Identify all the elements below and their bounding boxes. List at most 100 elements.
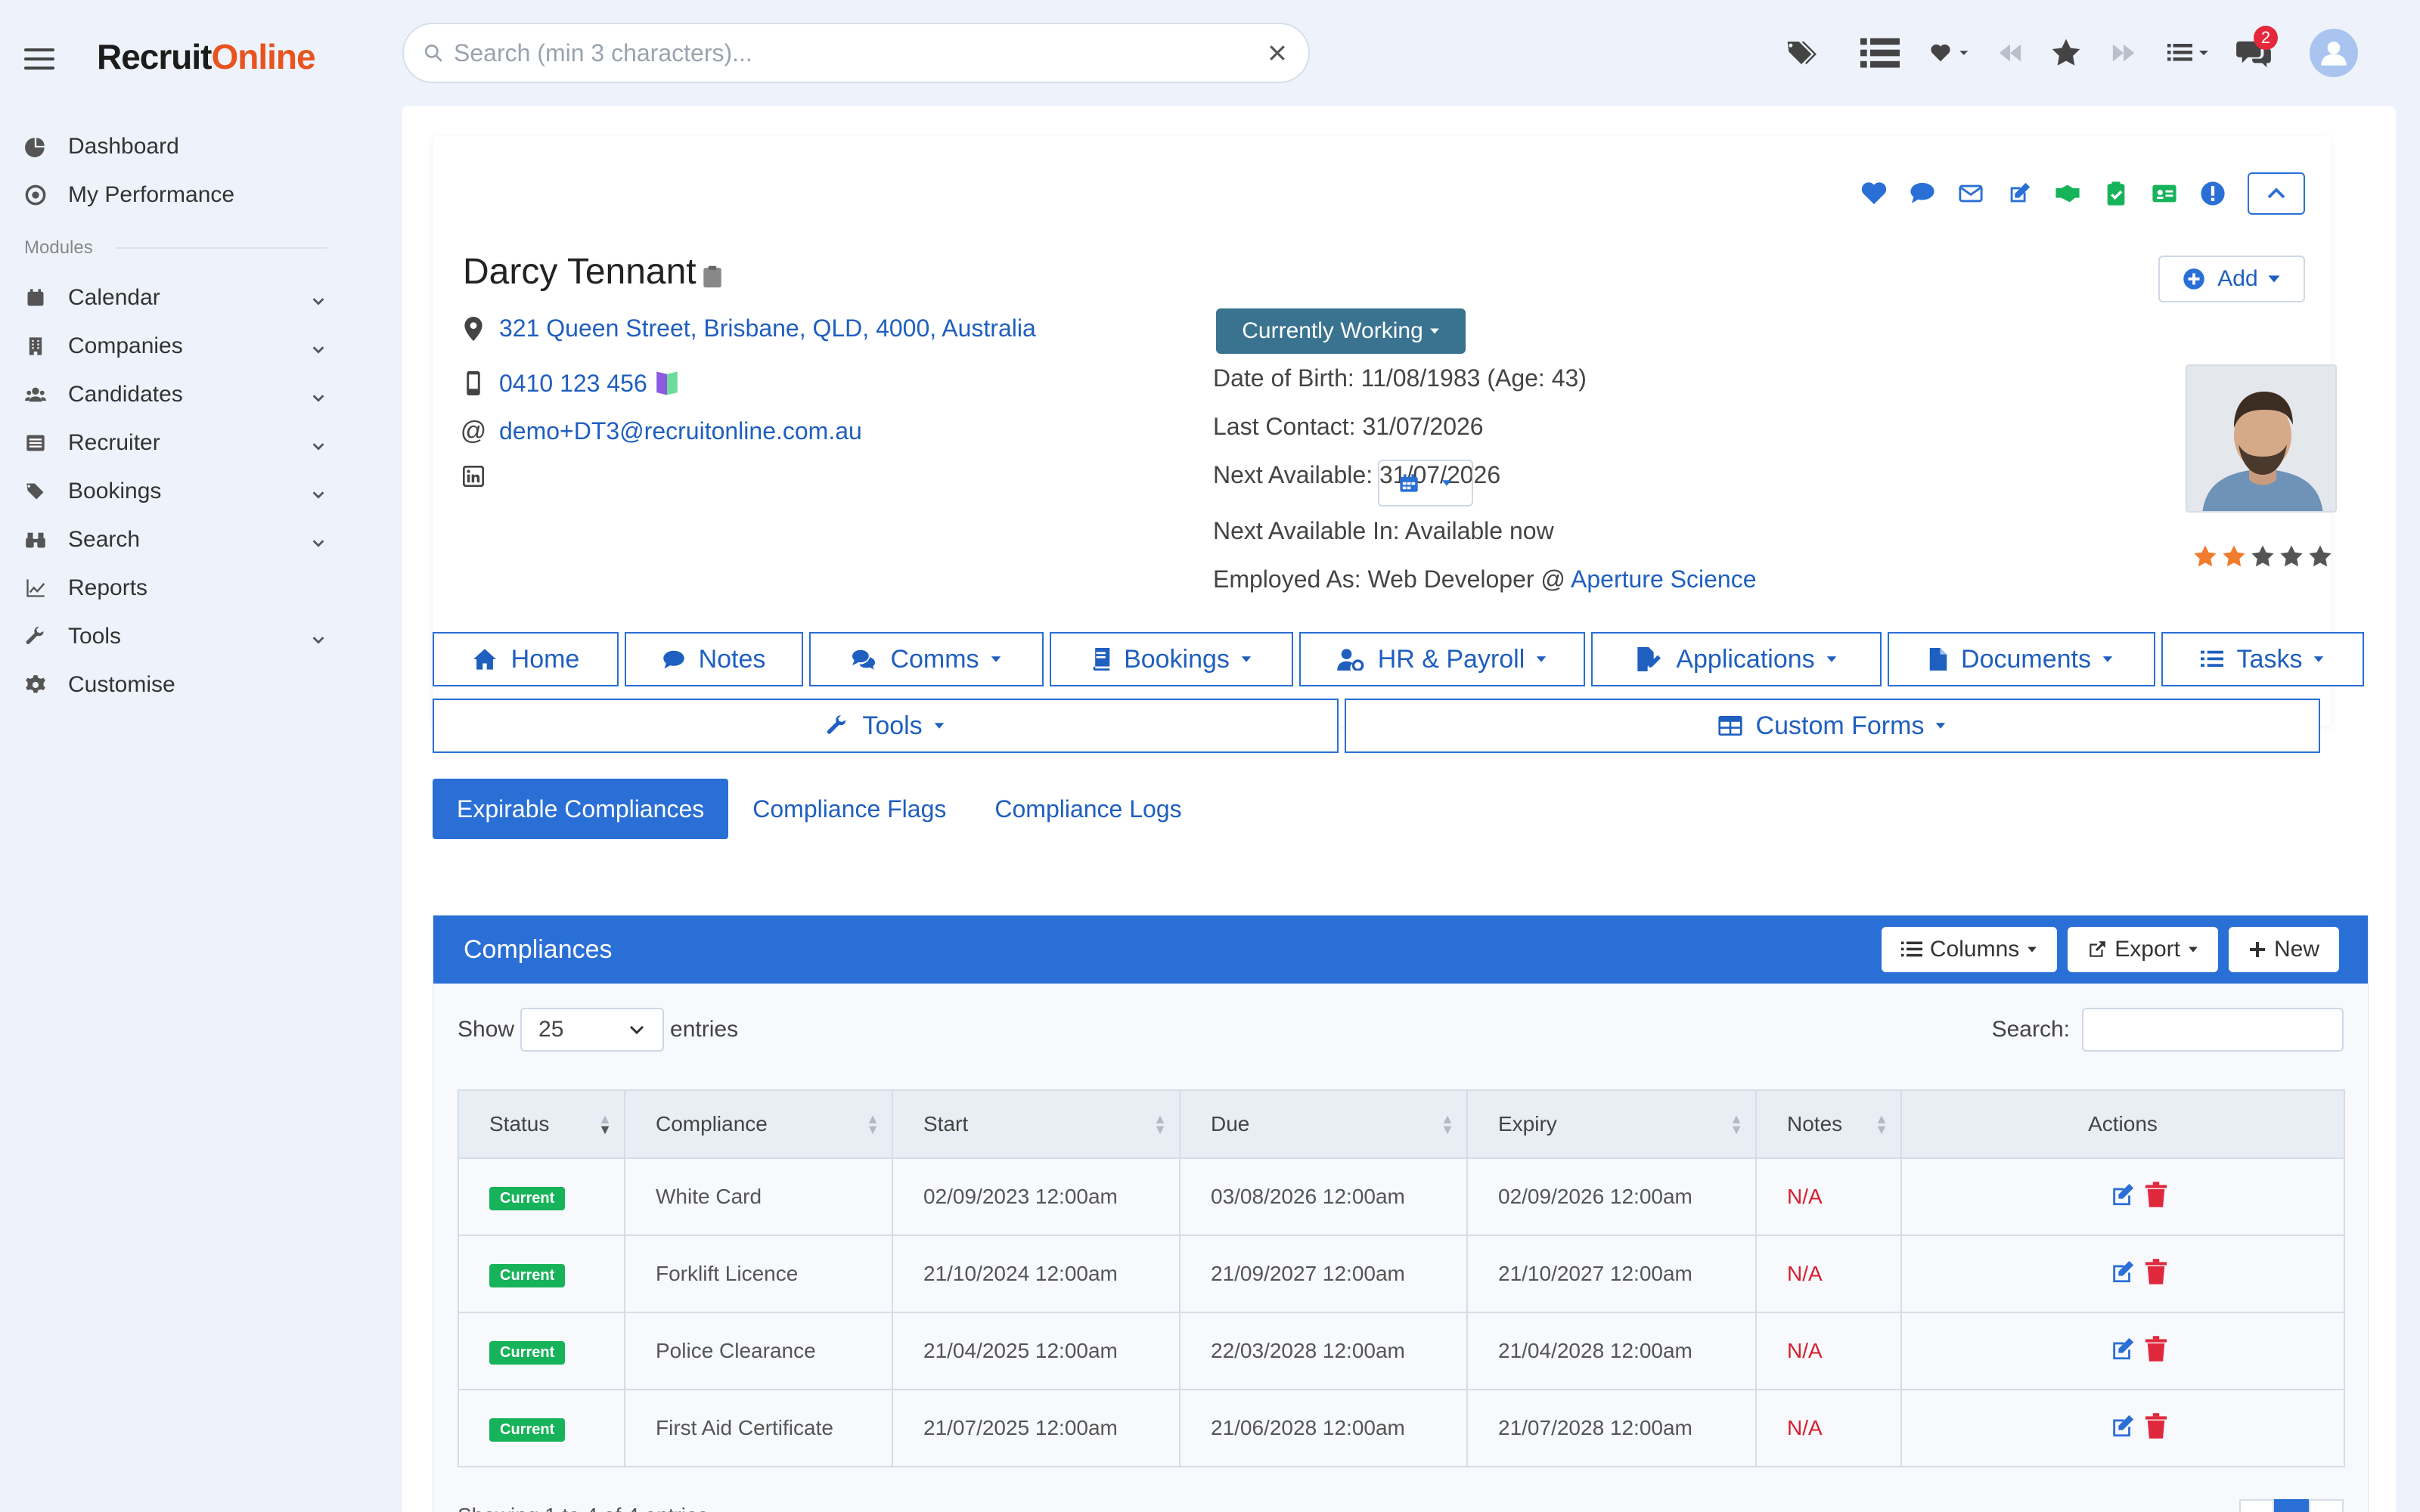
star-empty-icon[interactable] <box>2251 544 2275 572</box>
sidebar-item-candidates[interactable]: Candidates <box>0 370 348 419</box>
column-header-status[interactable]: Status ▲ ▼ <box>458 1089 625 1159</box>
status-dropdown-button[interactable]: Currently Working <box>1216 308 1466 354</box>
subtab-compliance-flags[interactable]: Compliance Flags <box>728 779 970 839</box>
tags-icon[interactable] <box>1785 30 1818 76</box>
candidate-photo[interactable] <box>2186 364 2337 513</box>
pagination-previous[interactable]: ‹ <box>2239 1499 2274 1512</box>
pagination-page-1[interactable]: 1 <box>2274 1499 2309 1512</box>
due-cell: 21/06/2028 12:00am <box>1179 1389 1468 1467</box>
sidebar-item-tools[interactable]: Tools <box>0 612 348 661</box>
tags-icon <box>24 480 47 503</box>
rating-stars[interactable] <box>2193 544 2337 572</box>
star-filled-icon[interactable] <box>2193 544 2217 572</box>
list-view-icon[interactable] <box>1860 30 1900 76</box>
star-empty-icon[interactable] <box>2308 544 2332 572</box>
wrench-icon <box>827 715 846 734</box>
sidebar-item-bookings[interactable]: Bookings <box>0 467 348 516</box>
edit-icon[interactable] <box>2109 1259 2136 1290</box>
trash-icon[interactable] <box>2145 1258 2167 1290</box>
tab-bookings[interactable]: Bookings <box>1050 632 1293 686</box>
column-header-due[interactable]: Due ▲ ▼ <box>1179 1089 1468 1159</box>
subtab-compliance-logs[interactable]: Compliance Logs <box>970 779 1205 839</box>
sidebar-item-companies[interactable]: Companies <box>0 322 348 370</box>
chevron-down-icon <box>310 386 327 403</box>
chevron-down-icon <box>310 338 327 355</box>
tab-label: Applications <box>1676 644 1815 674</box>
pagination-next[interactable]: › <box>2309 1499 2344 1512</box>
caret-down-icon <box>1441 480 1452 486</box>
last-record-icon[interactable] <box>2108 30 2139 76</box>
tab-notes[interactable]: Notes <box>625 632 803 686</box>
start-cell: 21/10/2024 12:00am <box>892 1235 1181 1313</box>
column-header-notes[interactable]: Notes ▲ ▼ <box>1755 1089 1902 1159</box>
first-record-icon[interactable] <box>1995 30 2025 76</box>
trash-icon[interactable] <box>2145 1335 2167 1367</box>
messages-icon[interactable]: 2 <box>2235 26 2278 76</box>
column-header-compliance[interactable]: Compliance ▲ ▼ <box>624 1089 893 1159</box>
tab-applications[interactable]: Applications <box>1591 632 1882 686</box>
subtab-expirable-compliances[interactable]: Expirable Compliances <box>433 779 729 839</box>
handshake-icon[interactable] <box>2043 172 2092 215</box>
alert-icon[interactable] <box>2189 172 2237 215</box>
availability-calendar-button[interactable] <box>1378 460 1473 507</box>
notes-cell: N/A <box>1755 1389 1902 1467</box>
tab-custom-forms[interactable]: Custom Forms <box>1345 699 2320 753</box>
tab-tools[interactable]: Tools <box>433 699 1339 753</box>
sidebar-item-reports[interactable]: Reports <box>0 564 348 612</box>
hamburger-menu-icon[interactable] <box>24 48 54 70</box>
sms-app-icon[interactable] <box>653 369 681 398</box>
new-compliance-button[interactable]: New <box>2228 927 2339 972</box>
column-header-expiry[interactable]: Expiry ▲ ▼ <box>1466 1089 1757 1159</box>
sidebar-item-my-performance[interactable]: My Performance <box>0 171 348 219</box>
compliance-cell: Police Clearance <box>624 1312 893 1390</box>
entries-select[interactable]: 25 <box>520 1008 665 1052</box>
tab-home[interactable]: Home <box>433 632 619 686</box>
export-button[interactable]: Export <box>2068 927 2218 972</box>
email-link[interactable]: demo+DT3@recruitonline.com.au <box>499 417 862 445</box>
star-filled-icon[interactable] <box>2222 544 2246 572</box>
sidebar-item-customise[interactable]: Customise <box>0 661 348 709</box>
table-search-input[interactable] <box>2082 1008 2344 1052</box>
sidebar-item-dashboard[interactable]: Dashboard <box>0 122 348 171</box>
search-input[interactable] <box>454 39 1266 67</box>
add-button-label: Add <box>2217 266 2258 291</box>
logo[interactable]: RecruitOnline <box>97 36 316 77</box>
phone-link[interactable]: 0410 123 456 <box>499 370 647 398</box>
edit-icon[interactable] <box>2109 1413 2136 1444</box>
employer-link[interactable]: Aperture Science <box>1571 565 1756 593</box>
compliance-cell: First Aid Certificate <box>624 1389 893 1467</box>
add-dropdown-button[interactable]: Add <box>2158 256 2305 302</box>
heart-icon[interactable] <box>1850 172 1898 215</box>
sidebar-item-calendar[interactable]: Calendar <box>0 274 348 322</box>
envelope-icon[interactable] <box>1947 172 1995 215</box>
address-link[interactable]: 321 Queen Street, Brisbane, QLD, 4000, A… <box>499 314 1036 342</box>
close-icon[interactable] <box>1266 42 1289 64</box>
list-icon <box>24 432 47 454</box>
edit-icon[interactable] <box>2109 1182 2136 1213</box>
trash-icon[interactable] <box>2145 1181 2167 1213</box>
id-card-icon[interactable] <box>2140 172 2189 215</box>
clipboard-check-icon[interactable] <box>2092 172 2140 215</box>
linkedin-icon[interactable] <box>463 464 484 488</box>
start-cell: 02/09/2023 12:00am <box>892 1157 1181 1236</box>
tab-comms[interactable]: Comms <box>809 632 1044 686</box>
tab-hr-payroll[interactable]: HR & Payroll <box>1299 632 1585 686</box>
favourites-dropdown-icon[interactable] <box>1930 30 1972 76</box>
columns-button[interactable]: Columns <box>1881 927 2058 972</box>
task-list-dropdown-icon[interactable] <box>2167 30 2213 76</box>
sidebar-item-search[interactable]: Search <box>0 516 348 564</box>
user-avatar[interactable] <box>2310 29 2358 77</box>
collapse-button[interactable] <box>2248 172 2305 215</box>
tab-documents[interactable]: Documents <box>1888 632 2155 686</box>
comment-icon[interactable] <box>1898 172 1947 215</box>
status-cell: Current <box>458 1157 625 1236</box>
column-header-start[interactable]: Start ▲ ▼ <box>892 1089 1181 1159</box>
copy-clipboard-icon[interactable] <box>703 265 722 289</box>
edit-icon[interactable] <box>1995 172 2043 215</box>
star-empty-icon[interactable] <box>2279 544 2304 572</box>
trash-icon[interactable] <box>2145 1412 2167 1444</box>
star-icon[interactable] <box>2051 30 2081 76</box>
edit-icon[interactable] <box>2109 1336 2136 1367</box>
tab-tasks[interactable]: Tasks <box>2161 632 2364 686</box>
sidebar-item-recruiter[interactable]: Recruiter <box>0 419 348 467</box>
